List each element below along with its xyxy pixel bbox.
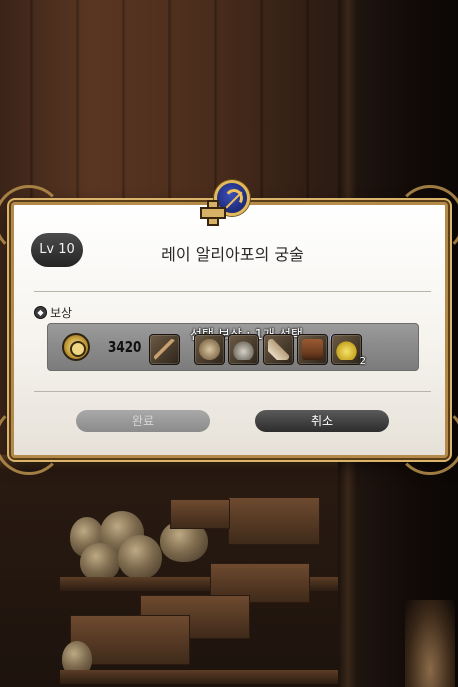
divider xyxy=(34,391,431,392)
complete-button[interactable]: 완료 xyxy=(76,410,210,432)
reward-item-boots[interactable] xyxy=(297,334,328,365)
ornament-vine xyxy=(274,202,384,205)
ornament-vine xyxy=(84,202,194,205)
pot xyxy=(118,535,162,579)
quest-complete-dialog: Lv 10 레이 알리아포의 궁술 ◆ 보상 3420 선택 보상 : 1개 선… xyxy=(0,185,458,475)
potion-icon xyxy=(336,339,357,360)
reward-item-bow[interactable] xyxy=(149,334,180,365)
reward-chest-icon: ◆ xyxy=(34,305,47,319)
crate xyxy=(228,497,320,545)
shelf-unit xyxy=(0,455,345,687)
crate xyxy=(170,499,230,529)
shelf-plank xyxy=(60,670,340,684)
divider xyxy=(34,291,431,292)
reward-item-armor[interactable] xyxy=(194,334,225,365)
bow-icon xyxy=(154,339,175,360)
reward-item-gloves[interactable] xyxy=(263,334,294,365)
reward-section-label: ◆ 보상 xyxy=(34,303,72,321)
reward-item-helmet[interactable] xyxy=(228,334,259,365)
gil-amount: 3420 xyxy=(108,338,142,356)
reward-bar: 3420 선택 보상 : 1개 선택 2 xyxy=(47,323,419,371)
reward-label-text: 보상 xyxy=(50,305,73,320)
gil-coin-icon xyxy=(62,333,90,361)
plus-icon xyxy=(200,200,226,226)
reward-item-potion[interactable]: 2 xyxy=(331,334,366,367)
quest-title: 레이 알리아포의 궁술 xyxy=(161,245,304,264)
boots-icon xyxy=(302,339,323,360)
lantern xyxy=(405,600,455,687)
item-quantity: 2 xyxy=(359,356,366,367)
gloves-icon xyxy=(268,339,289,360)
cancel-button[interactable]: 취소 xyxy=(255,410,389,432)
helmet-icon xyxy=(233,339,254,360)
pot xyxy=(80,543,120,581)
quest-emblem xyxy=(200,180,258,238)
ornament-corner xyxy=(395,405,458,475)
armor-vest-icon xyxy=(199,339,220,360)
